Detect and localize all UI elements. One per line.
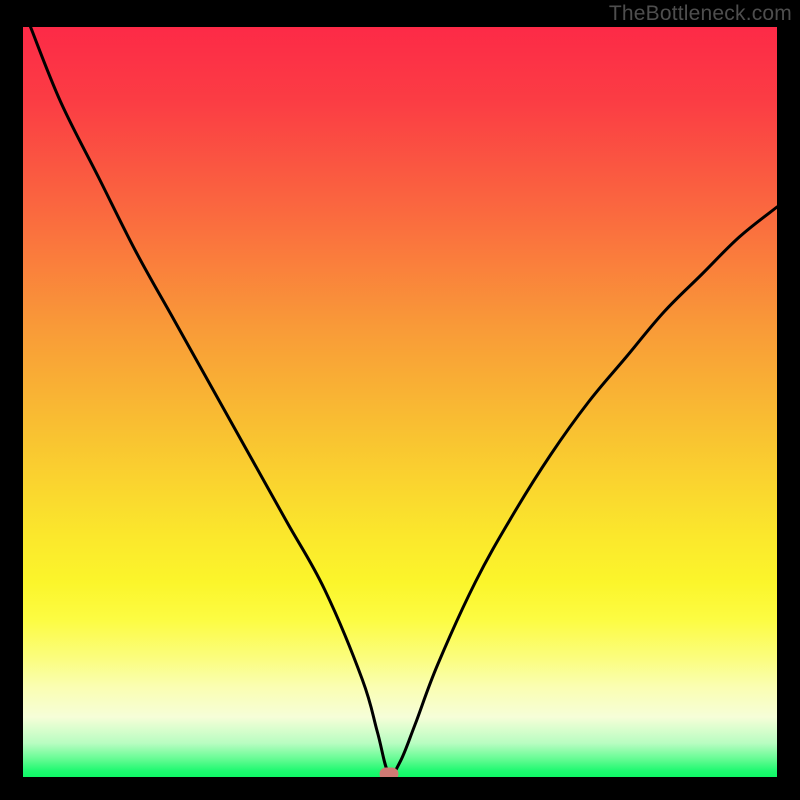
chart-frame: TheBottleneck.com — [0, 0, 800, 800]
minimum-marker — [379, 768, 398, 778]
plot-area — [23, 27, 777, 777]
bottleneck-curve-path — [31, 27, 777, 775]
curve-svg — [23, 27, 777, 777]
watermark-text: TheBottleneck.com — [609, 2, 792, 26]
